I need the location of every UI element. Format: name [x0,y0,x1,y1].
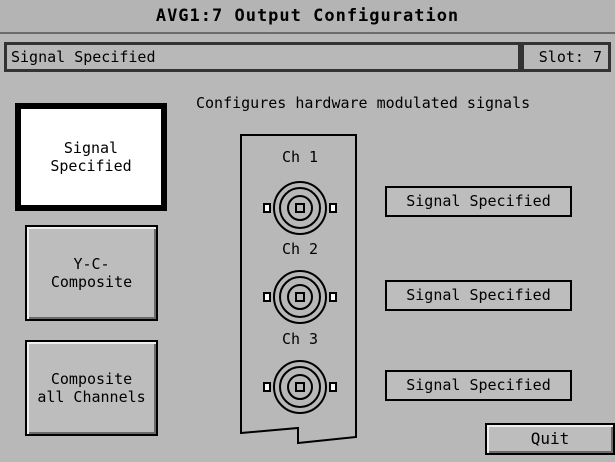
channel-2-label: Ch 2 [281,240,319,258]
bnc-connector-icon [263,360,337,414]
status-bar: Signal Specified Slot: 7 [4,42,611,72]
bnc-connector-icon [263,270,337,324]
description-text: Configures hardware modulated signals [196,94,531,112]
channel-1-label: Ch 1 [281,148,319,166]
signal-specified-button[interactable]: Signal Specified [15,103,167,211]
window-title: AVG1:7 Output Configuration [0,0,615,34]
status-slot: Slot: 7 [524,45,608,69]
bnc-connector-icon [263,181,337,235]
channel-3-label: Ch 3 [281,330,319,348]
quit-button[interactable]: Quit [485,423,615,455]
channel-1-output[interactable]: Signal Specified [385,186,572,217]
composite-all-channels-button[interactable]: Composite all Channels [25,340,158,436]
status-mode: Signal Specified [7,45,518,69]
channel-3-output[interactable]: Signal Specified [385,370,572,401]
channel-2-output[interactable]: Signal Specified [385,280,572,311]
y-c-composite-button[interactable]: Y-C- Composite [25,225,158,321]
